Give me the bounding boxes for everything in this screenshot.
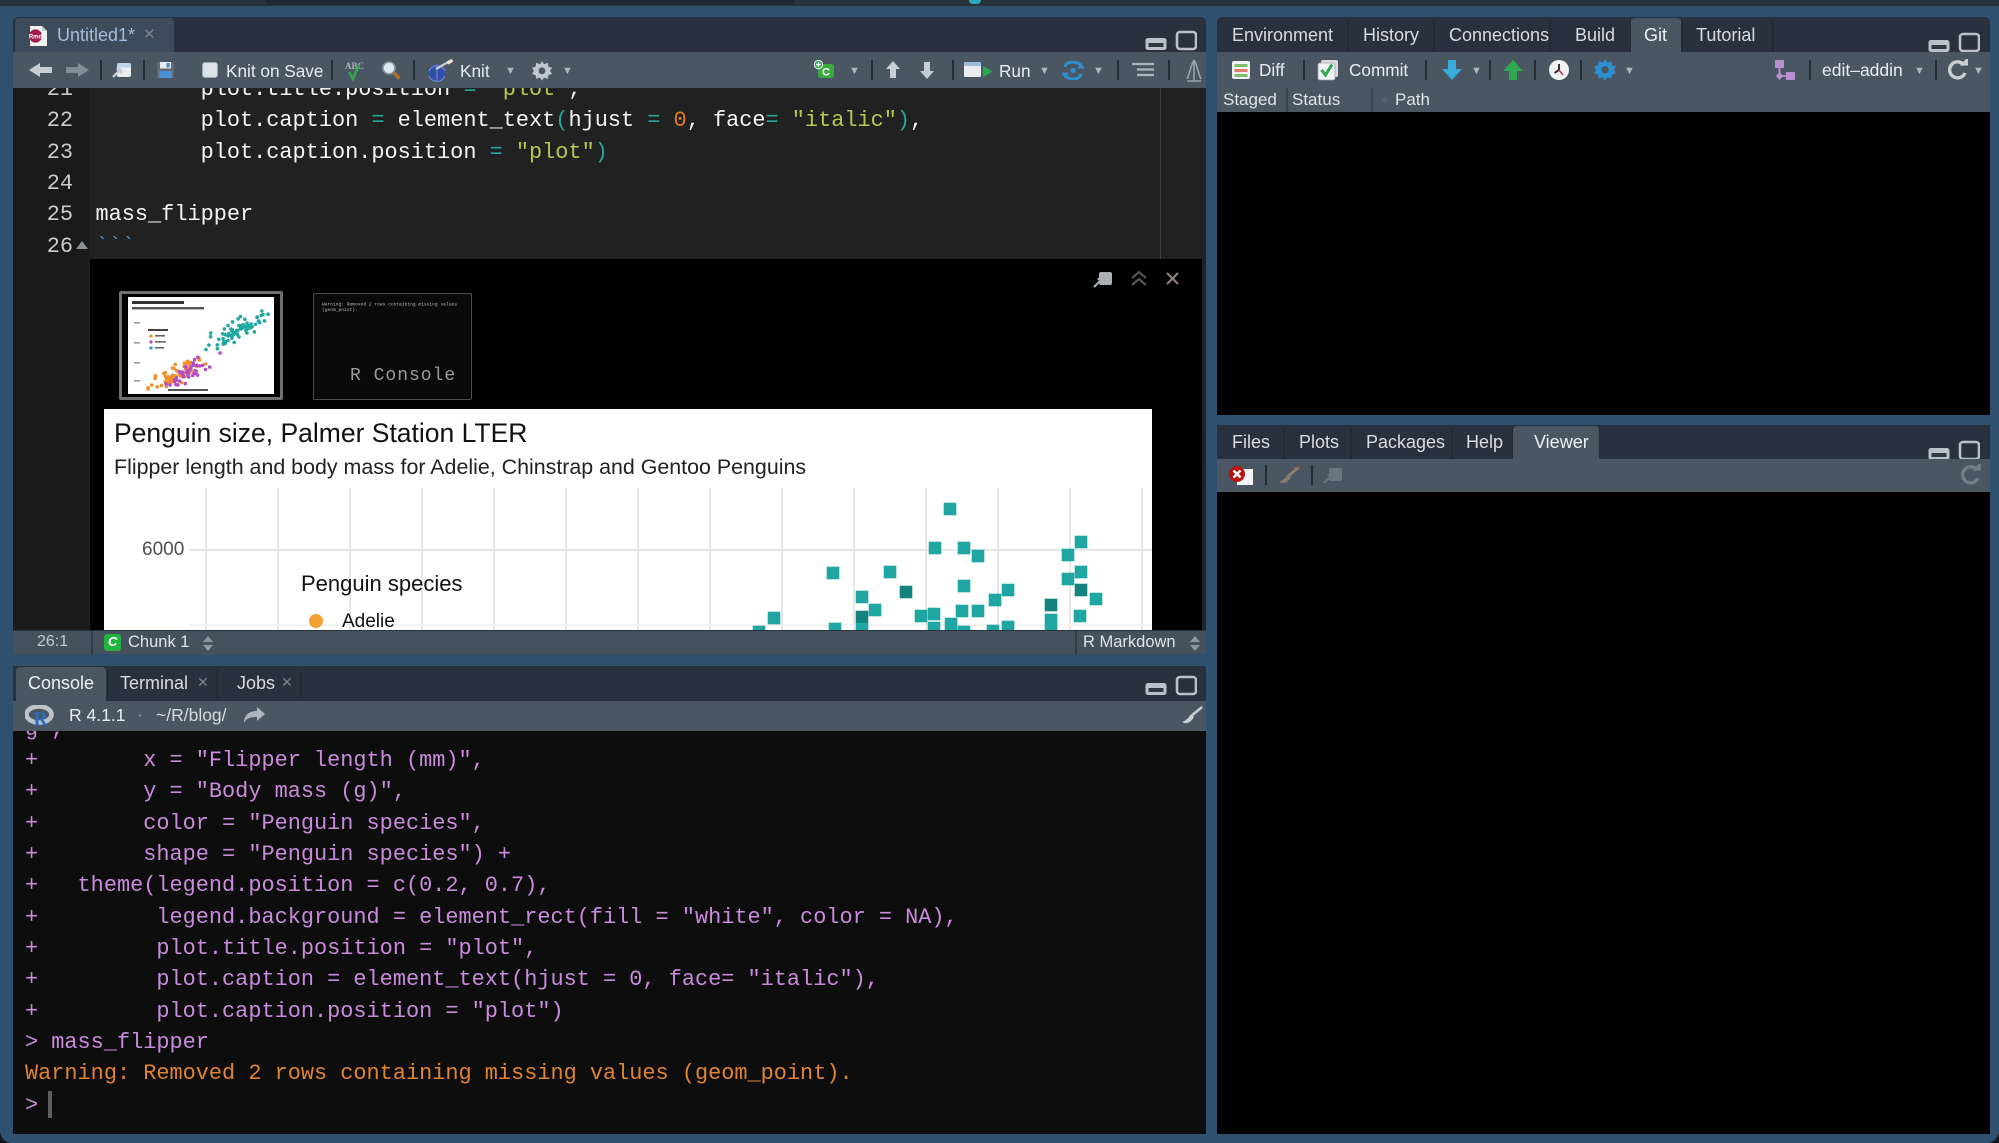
svg-text:R: R [34,709,49,728]
svg-text:ABC: ABC [345,61,364,71]
svg-text:C: C [822,66,830,78]
svg-text:Rmd: Rmd [29,34,43,40]
